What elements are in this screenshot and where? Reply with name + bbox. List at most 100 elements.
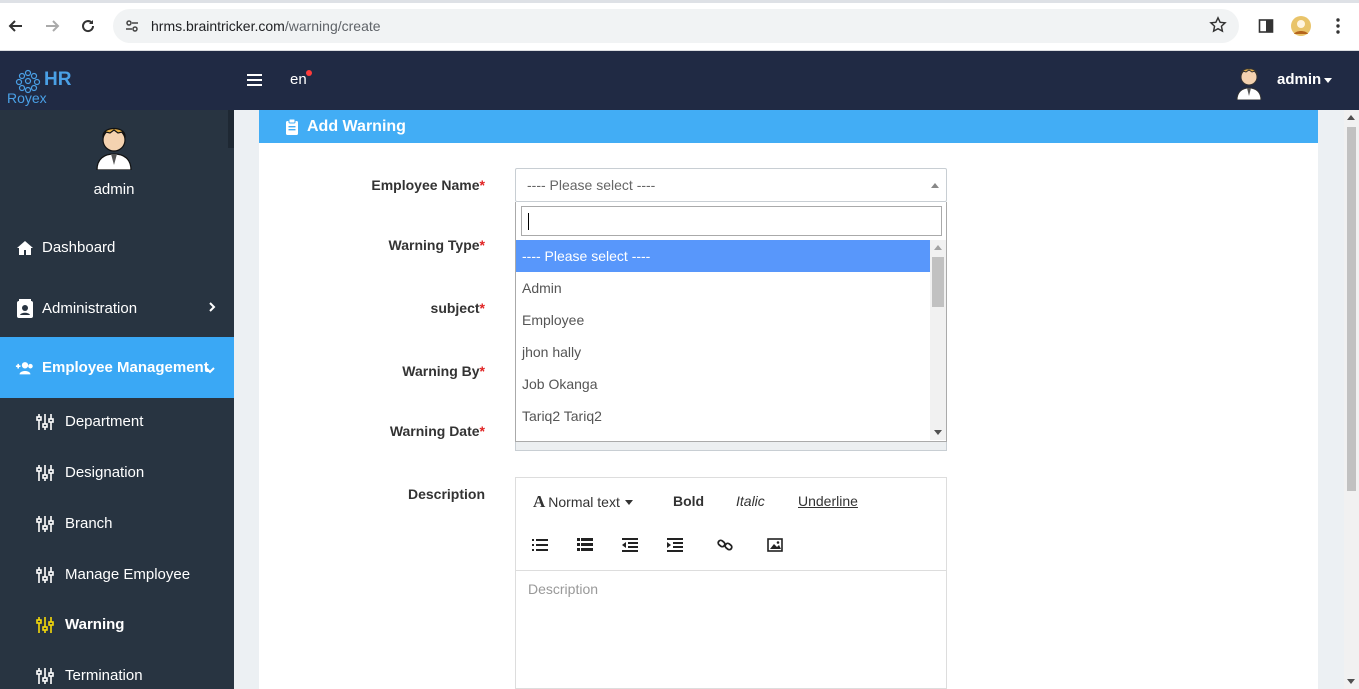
dropdown-option[interactable]: Job Okanga [516,368,930,400]
scroll-up-arrow-icon[interactable] [934,245,942,250]
browser-menu-icon[interactable] [1326,14,1350,38]
sidebar-subitem-manage-employee[interactable]: Manage Employee [0,549,234,600]
scroll-up-arrow-icon[interactable] [1347,115,1355,120]
contact-card-icon [15,298,35,319]
required-mark: * [479,177,485,193]
description-label: Description [407,486,485,502]
required-mark: * [479,237,485,253]
text-cursor [528,213,529,230]
required-mark: * [479,363,485,379]
sidebar-subitem-label: Branch [65,515,113,532]
profile-avatar-icon[interactable] [1289,14,1313,38]
url-text: hrms.braintricker.com/warning/create [151,18,381,34]
bookmark-star-icon[interactable] [1209,16,1227,37]
sidebar: admin Dashboard Administration Employee … [0,110,234,689]
royex-hr-logo[interactable]: HR Royex [6,67,80,107]
dropdown-scrollbar[interactable] [930,240,946,440]
language-notification-dot [306,70,312,76]
tab-strip [0,0,1359,3]
page-scrollbar[interactable] [1344,110,1359,689]
dropdown-option[interactable]: Tariq2 Tariq2 [516,400,930,432]
subject-label-text: subject [430,300,480,316]
warning-type-label-text: Warning Type [388,237,480,253]
employee-name-label: Employee Name* [371,177,485,193]
dropdown-option[interactable]: ---- Please select ---- [516,240,930,272]
url-host: hrms.braintricker.com [151,18,285,34]
clipboard-icon [286,118,298,135]
underline-button[interactable]: Underline [798,493,858,509]
bullet-list-icon[interactable] [532,538,548,552]
link-icon[interactable] [717,538,733,552]
employee-dropdown: ---- Please select ---- Admin Employee j… [515,202,947,442]
sidebar-subitem-branch[interactable]: Branch [0,498,234,549]
description-editor: A Normal text Bold Italic Underline Descr… [515,477,947,689]
sidebar-item-administration[interactable]: Administration [0,278,234,339]
scroll-thumb[interactable] [932,257,944,307]
page-scroll-thumb[interactable] [1347,127,1356,491]
caret-up-icon [931,183,939,188]
scroll-down-arrow-icon[interactable] [934,430,942,435]
card-title: Add Warning [307,117,406,135]
language-selector[interactable]: en [290,71,307,88]
caret-down-icon [1324,77,1333,83]
user-avatar[interactable] [1233,62,1265,101]
sliders-icon [36,616,54,633]
dropdown-option[interactable]: jhon hally [516,336,930,368]
forward-icon[interactable] [40,14,64,38]
warning-date-field[interactable] [515,441,947,451]
sidebar-subitem-label: Designation [65,464,145,481]
required-mark: * [479,300,485,316]
chevron-right-icon [208,300,216,317]
dropdown-option[interactable]: Admin [516,272,930,304]
text-format-label: Normal text [548,494,620,510]
editor-toolbar: A Normal text Bold Italic Underline [516,478,946,571]
sidebar-subitem-warning[interactable]: Warning [0,599,234,650]
employee-name-select[interactable]: ---- Please select ---- [515,168,947,202]
sliders-icon [36,566,54,583]
sidebar-item-dashboard[interactable]: Dashboard [0,217,234,278]
logo-hr-text: HR [44,69,72,90]
reload-icon[interactable] [76,14,100,38]
sidebar-item-label: Employee Management [42,359,209,376]
employee-name-select-value: ---- Please select ---- [527,177,656,193]
address-bar[interactable]: hrms.braintricker.com/warning/create [113,9,1239,43]
user-menu-button[interactable]: admin [1277,71,1333,88]
description-textarea[interactable]: Description [528,581,598,597]
sidebar-item-employee-management[interactable]: Employee Management [0,337,234,398]
site-settings-icon[interactable] [117,11,147,41]
warning-type-label: Warning Type* [389,237,485,253]
sliders-icon [36,667,54,684]
sidebar-avatar [92,120,136,171]
font-icon: A [533,492,546,511]
sidebar-item-label: Administration [42,300,138,317]
dropdown-option[interactable]: Employee [516,304,930,336]
hamburger-menu-icon[interactable] [247,71,263,92]
home-icon [15,238,35,258]
sidebar-subitem-label: Termination [65,667,143,684]
italic-button[interactable]: Italic [736,493,765,509]
numbered-list-icon[interactable] [577,538,593,552]
sidebar-subitem-department[interactable]: Department [0,396,234,447]
warning-by-label-text: Warning By [402,363,480,379]
sidebar-subitem-termination[interactable]: Termination [0,650,234,689]
text-format-dropdown[interactable]: A Normal text [533,492,633,512]
scroll-down-arrow-icon[interactable] [1347,679,1355,684]
dropdown-search-input[interactable] [521,206,942,236]
main-content: Add Warning Employee Name* Warning Type*… [234,110,1344,689]
sidebar-subitem-label: Warning [65,616,125,633]
side-panel-icon[interactable] [1254,14,1278,38]
back-icon[interactable] [4,14,28,38]
required-mark: * [479,423,485,439]
sidebar-user-name: admin [93,181,135,198]
sidebar-subitem-designation[interactable]: Designation [0,447,234,498]
bold-button[interactable]: Bold [673,493,704,509]
chevron-down-icon [204,361,216,378]
sidebar-subitem-label: Department [65,413,144,430]
sliders-icon [36,464,54,481]
logo-royex-text: Royex [7,90,47,106]
image-icon[interactable] [767,538,783,552]
caret-down-icon [624,499,633,505]
indent-icon[interactable] [667,538,683,552]
outdent-icon[interactable] [622,538,638,552]
url-path: /warning/create [284,18,381,34]
